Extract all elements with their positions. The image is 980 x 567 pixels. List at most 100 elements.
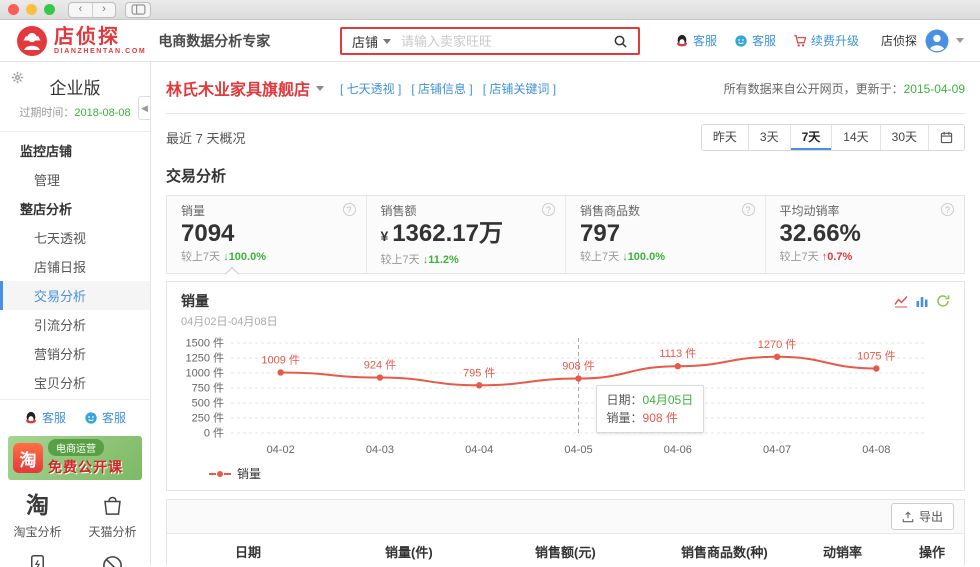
kpi-label: 平均动销率 [780,202,951,219]
svg-text:795 件: 795 件 [463,366,495,379]
sidebar: 企业版 过期时间：2018-08-08 ◀ 监控店铺管理整店分析七天透视店铺日报… [0,62,151,566]
browser-sidebar-button[interactable] [125,2,151,18]
store-link-1[interactable]: [ 店铺信息 ] [411,80,472,97]
date-range-button-2[interactable]: 7天 [790,125,832,150]
refresh-icon[interactable] [936,294,950,308]
header-link-1[interactable]: 客服 [734,32,776,49]
sidebar-collapse-button[interactable]: ◀ [138,96,150,120]
kpi-value: 32.66% [780,220,951,247]
store-link-2[interactable]: [ 店铺关键词 ] [483,80,556,97]
export-icon [902,511,914,523]
date-range-button-1[interactable]: 3天 [748,125,790,150]
chart-date-range: 04月02日-04月08日 [167,311,964,329]
avatar[interactable] [925,29,949,53]
date-range-button-0[interactable]: 昨天 [702,125,748,150]
help-icon[interactable] [941,203,954,216]
legend-label: 销量 [237,465,261,482]
svg-text:1250 件: 1250 件 [185,352,224,365]
qq-icon [24,411,38,425]
kpi-compare: 较上7天 ↓100.0% [181,248,352,264]
kpi-card-3[interactable]: 平均动销率32.66%较上7天 ↑0.7% [765,196,965,273]
account-chevron-down-icon[interactable] [956,38,964,43]
tmall-icon [101,494,124,517]
window-close-button[interactable] [8,4,19,15]
search-category-dropdown[interactable]: 店铺 [342,32,401,51]
date-range-button-4[interactable]: 30天 [880,125,928,150]
sidebar-support-row: 客服 客服 [0,400,150,435]
settings-gear-icon[interactable] [11,71,24,84]
store-link-0[interactable]: [ 七天透视 ] [340,80,401,97]
window-minimize-button[interactable] [26,4,37,15]
update-note: 所有数据来自公开网页，更新于：2015-04-09 [724,80,965,97]
tool-2[interactable]: 无线分析 [0,546,75,567]
kpi-value: 797 [580,220,751,247]
sidebar-item-1-4[interactable]: 营销分析 [0,339,150,368]
sidebar-item-1-0[interactable]: 七天透视 [0,223,150,252]
kpi-value: 7094 [181,220,352,247]
wangwang-icon [84,411,98,425]
store-chevron-down-icon[interactable] [316,86,324,91]
logo[interactable]: 店侦探 DIANZHENTAN.COM 电商数据分析专家 [16,25,270,57]
browser-forward-button[interactable]: › [92,3,115,17]
window-zoom-button[interactable] [44,4,55,15]
date-range-button-3[interactable]: 14天 [831,125,879,150]
support-link-1[interactable]: 客服 [84,409,126,426]
kpi-card-2[interactable]: 销售商品数797较上7天 ↓100.0% [565,196,765,273]
tool-3[interactable]: 降权查询 [75,546,150,567]
store-header: 林氏木业家具旗舰店 [ 七天透视 ] [ 店铺信息 ] [ 店铺关键词 ] 所有数据… [166,62,965,114]
help-icon[interactable] [343,203,356,216]
sidebar-item-0-0[interactable]: 管理 [0,165,150,194]
arrow-down-icon: ↓100.0% [622,251,665,263]
store-name[interactable]: 林氏木业家具旗舰店 [166,76,310,100]
search-input[interactable] [401,34,603,49]
sidebar-item-1-2[interactable]: 交易分析 [0,281,150,310]
header-link-0[interactable]: 客服 [675,32,717,49]
bar-chart-icon[interactable] [915,294,929,308]
table-panel: 导出 日期销量(件)销售额(元)销售商品数(种)动销率操作 1.2015-04-… [166,499,965,566]
arrow-down-icon: ↓100.0% [223,251,266,263]
header-nav: 客服 客服 续费升级 [658,32,859,49]
header-link-label: 续费升级 [811,32,859,49]
browser-back-button[interactable]: ‹ [69,3,92,17]
chart-area: 0 件250 件500 件750 件1000 件1250 件1500 件1009… [167,329,964,463]
sidebar-item-1-1[interactable]: 店铺日报 [0,252,150,281]
search-button[interactable] [603,34,638,49]
help-icon[interactable] [542,203,555,216]
kpi-card-0[interactable]: 销量7094较上7天 ↓100.0% [167,196,366,273]
line-chart-icon[interactable] [894,294,908,308]
sidebar-item-1-3[interactable]: 引流分析 [0,310,150,339]
chart-legend: 销量 [167,463,964,490]
table-header-2: 销售额(元) [523,534,669,566]
support-label: 客服 [102,409,126,426]
help-icon[interactable] [742,203,755,216]
logo-detective-icon [16,25,48,57]
tool-0[interactable]: 淘淘宝分析 [0,486,75,546]
svg-text:04-04: 04-04 [465,444,493,456]
support-link-0[interactable]: 客服 [24,409,66,426]
table-header-5: 操作 [907,534,964,566]
legend-marker-icon[interactable] [209,471,231,477]
kpi-compare: 较上7天 ↓100.0% [580,248,751,264]
promo-banner[interactable]: 淘 电商运营 免费公开课 [8,436,142,480]
svg-text:1500 件: 1500 件 [185,337,224,350]
account-name: 店侦探 [881,32,917,49]
date-picker-button[interactable] [928,125,964,150]
tool-label: 天猫分析 [88,523,136,540]
sales-line-chart[interactable]: 0 件250 件500 件750 件1000 件1250 件1500 件1009… [181,331,949,463]
header-link-label: 客服 [752,32,776,49]
svg-text:250 件: 250 件 [192,412,224,425]
chart-tooltip: 日期：04月05日 销量：908 件 [596,385,705,433]
sidebar-item-1-5[interactable]: 宝贝分析 [0,368,150,397]
header-link-2[interactable]: 续费升级 [793,32,859,49]
banner-line2: 免费公开课 [48,457,123,477]
table-header-0: 日期 [223,534,373,566]
header-link-label: 客服 [693,32,717,49]
export-button[interactable]: 导出 [891,503,954,530]
svg-text:1000 件: 1000 件 [185,367,224,380]
expiry-date: 过期时间：2018-08-08 [0,104,150,132]
kpi-compare: 较上7天 ↑0.7% [780,248,951,264]
header-right: 客服 客服 续费升级 店侦探 [658,29,964,53]
tool-1[interactable]: 天猫分析 [75,486,150,546]
kpi-card-1[interactable]: 销售额¥ 1362.17万较上7天 ↓11.2% [366,196,566,273]
data-table: 日期销量(件)销售额(元)销售商品数(种)动销率操作 1.2015-04-081… [167,534,964,566]
